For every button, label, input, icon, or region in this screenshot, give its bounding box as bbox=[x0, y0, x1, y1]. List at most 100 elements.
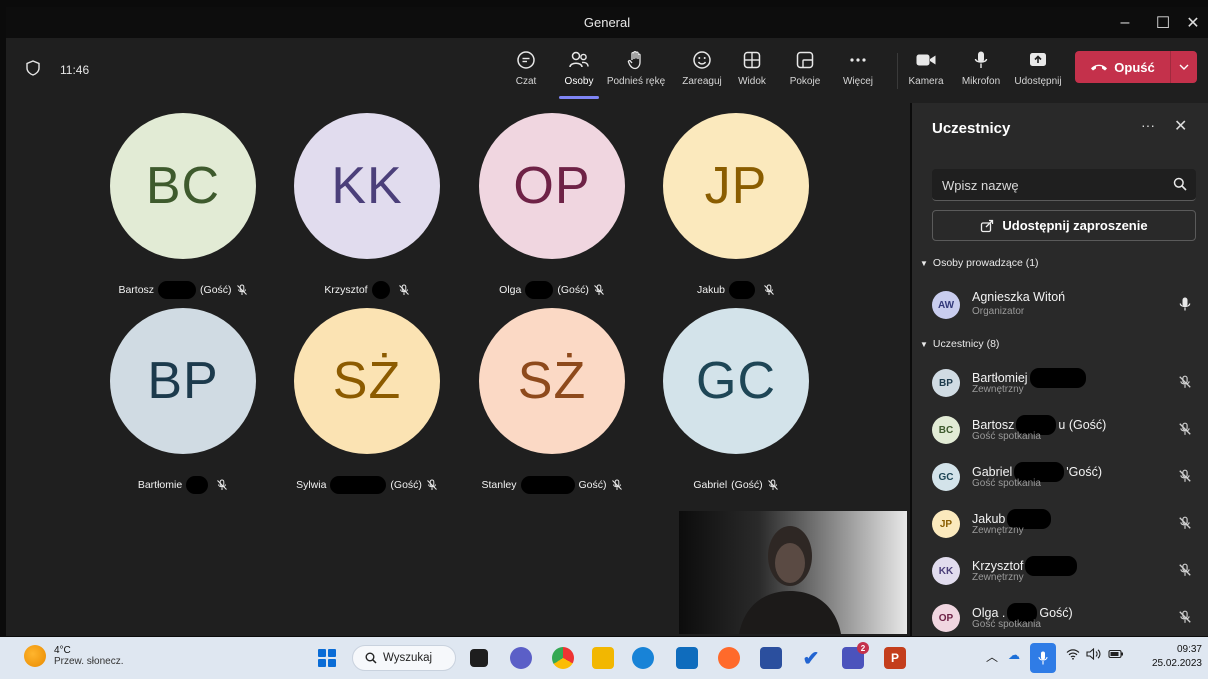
microphone-muted-icon bbox=[1179, 375, 1191, 388]
participant-tile[interactable]: OP Olga (Gość) bbox=[479, 113, 625, 299]
participant-search-input[interactable] bbox=[942, 176, 1162, 194]
meeting-toolbar: 11:46 Czat Osoby Podnieś rękę Zareaguj W… bbox=[6, 39, 1208, 103]
more-button[interactable]: Więcej bbox=[830, 49, 886, 97]
participant-guest-tag: (Gość) bbox=[557, 284, 589, 296]
battery-icon[interactable] bbox=[1108, 648, 1124, 663]
participant-tile[interactable]: KK Krzysztof bbox=[294, 113, 440, 299]
participant-role: Organizator bbox=[972, 306, 1025, 317]
powerpoint-icon[interactable]: P bbox=[884, 647, 906, 669]
participant-tile[interactable]: GC Gabriel (Gość) bbox=[663, 308, 809, 491]
self-video-preview bbox=[679, 511, 907, 634]
panel-more-icon[interactable]: ··· bbox=[1141, 117, 1155, 133]
avatar: GC bbox=[932, 463, 960, 491]
leave-button[interactable]: Opuść bbox=[1075, 51, 1197, 83]
file-explorer-icon[interactable] bbox=[592, 647, 614, 669]
panel-close-icon[interactable]: ✕ bbox=[1174, 116, 1187, 136]
microphone-muted-icon bbox=[1179, 610, 1191, 623]
close-window-button[interactable]: ✕ bbox=[1174, 7, 1208, 39]
camera-button[interactable]: Kamera bbox=[898, 49, 954, 97]
microphone-button[interactable]: Mikrofon bbox=[953, 49, 1009, 97]
microphone-muted-icon bbox=[1179, 516, 1191, 529]
redacted-surname bbox=[330, 476, 387, 494]
chat-label: Czat bbox=[515, 76, 537, 87]
microphone-muted-icon bbox=[763, 284, 775, 296]
search-icon[interactable] bbox=[1173, 177, 1187, 191]
mic-in-use-icon[interactable] bbox=[1030, 643, 1056, 673]
redacted-surname bbox=[1025, 556, 1078, 576]
grid-view-icon bbox=[741, 49, 763, 71]
participant-name: Stanley bbox=[481, 479, 517, 491]
camera-label: Kamera bbox=[908, 76, 944, 87]
react-button[interactable]: Zareaguj bbox=[674, 49, 730, 97]
chevron-up-icon[interactable]: ︿ bbox=[986, 648, 998, 665]
weather-widget[interactable]: 4°C Przew. słonecz. bbox=[24, 645, 123, 667]
participant-role: Gość spotkania bbox=[972, 478, 1041, 489]
chrome-icon[interactable] bbox=[552, 647, 574, 669]
taskbar-search[interactable]: Wyszukaj bbox=[352, 645, 456, 671]
wifi-icon[interactable] bbox=[1066, 648, 1080, 663]
video-gallery: BC Bartosz (Gość) KK Krzysztof OP Olga (Gość) JP… bbox=[6, 103, 910, 636]
teams-icon[interactable]: 2 bbox=[842, 642, 869, 669]
hand-icon bbox=[625, 49, 647, 71]
store-icon[interactable] bbox=[760, 647, 782, 669]
chat-button[interactable]: Czat bbox=[498, 49, 554, 97]
rooms-button[interactable]: Pokoje bbox=[777, 49, 833, 97]
participant-row[interactable]: GC Gabriel 'Gość) Gość spotkania bbox=[932, 457, 1198, 497]
rooms-label: Pokoje bbox=[789, 76, 821, 87]
title-bar: General – ☐ ✕ bbox=[6, 7, 1208, 39]
participant-row[interactable]: OP Olga . Gość) Gość spotkania bbox=[932, 598, 1198, 638]
panel-title: Uczestnicy bbox=[932, 120, 1011, 137]
participant-guest-tag: (Gość) bbox=[731, 479, 763, 491]
participant-row[interactable]: KK Krzysztof Zewnętrzny bbox=[932, 551, 1198, 591]
weather-condition: Przew. słonecz. bbox=[54, 656, 124, 667]
participant-role: Zewnętrzny bbox=[972, 572, 1024, 583]
onedrive-icon[interactable]: ☁ bbox=[1008, 648, 1020, 662]
participants-panel: Uczestnicy ··· ✕ Udostępnij zaproszenie … bbox=[912, 103, 1208, 636]
participant-tile[interactable]: SŻ Stanley Gość) bbox=[479, 308, 625, 494]
volume-icon[interactable] bbox=[1086, 647, 1102, 663]
more-label: Więcej bbox=[842, 76, 873, 87]
redacted-surname bbox=[158, 281, 197, 299]
microphone-muted-icon bbox=[216, 479, 228, 491]
participant-tile[interactable]: BC Bartosz (Gość) bbox=[110, 113, 256, 299]
participant-guest-tag: (Gość) bbox=[200, 284, 232, 296]
participant-avatar: SŻ bbox=[479, 308, 625, 454]
view-button[interactable]: Widok bbox=[724, 49, 780, 97]
participant-first-name: Bartosz bbox=[972, 418, 1015, 432]
emoji-icon bbox=[691, 49, 713, 71]
participants-section-toggle[interactable]: ▼ Uczestnicy (8) bbox=[920, 338, 999, 350]
participant-tile[interactable]: BP Bartłomie bbox=[110, 308, 256, 494]
participant-name: Agnieszka Witoń bbox=[972, 290, 1066, 304]
participant-tile[interactable]: SŻ Sylwia (Gość) bbox=[294, 308, 440, 494]
raise-hand-label: Podnieś rękę bbox=[606, 76, 666, 87]
edge-icon[interactable] bbox=[632, 647, 654, 669]
participant-guest-tag: (Gość) bbox=[390, 479, 422, 491]
mail-icon[interactable] bbox=[676, 647, 698, 669]
share-button[interactable]: Udostępnij bbox=[1010, 49, 1066, 97]
raise-hand-button[interactable]: Podnieś rękę bbox=[606, 49, 666, 97]
taskbar-clock[interactable]: 09:37 25.02.2023 bbox=[1140, 643, 1202, 671]
firefox-icon[interactable] bbox=[718, 647, 740, 669]
leave-options-chevron-icon[interactable] bbox=[1171, 51, 1197, 83]
task-view-icon[interactable] bbox=[470, 649, 488, 667]
microphone-muted-icon bbox=[767, 479, 779, 491]
share-invite-button[interactable]: Udostępnij zaproszenie bbox=[932, 210, 1196, 241]
minimize-button[interactable]: – bbox=[1106, 7, 1144, 39]
people-button[interactable]: Osoby bbox=[551, 49, 607, 99]
participant-first-name: Jakub bbox=[972, 512, 1006, 526]
organizer-row[interactable]: AW Agnieszka Witoń Organizator bbox=[932, 285, 1198, 325]
participant-row[interactable]: BP Bartłomiej Zewnętrzny bbox=[932, 363, 1198, 403]
participant-first-name: Olga . bbox=[972, 606, 1006, 620]
more-icon bbox=[847, 49, 869, 71]
participant-row[interactable]: BC Bartosz u (Gość) Gość spotkania bbox=[932, 410, 1198, 450]
meeting-timer: 11:46 bbox=[60, 63, 90, 77]
microphone-muted-icon bbox=[426, 479, 438, 491]
organizers-section-toggle[interactable]: ▼ Osoby prowadzące (1) bbox=[920, 257, 1039, 269]
participants-header: Uczestnicy (8) bbox=[932, 338, 1000, 350]
teams-chat-icon[interactable] bbox=[510, 647, 532, 669]
todo-icon[interactable]: ✔ bbox=[800, 647, 822, 670]
participant-row[interactable]: JP Jakub Zewnętrzny bbox=[932, 504, 1198, 544]
self-video-person-image bbox=[739, 526, 841, 634]
participant-tile[interactable]: JP Jakub bbox=[663, 113, 809, 299]
windows-start-icon[interactable] bbox=[318, 649, 336, 667]
